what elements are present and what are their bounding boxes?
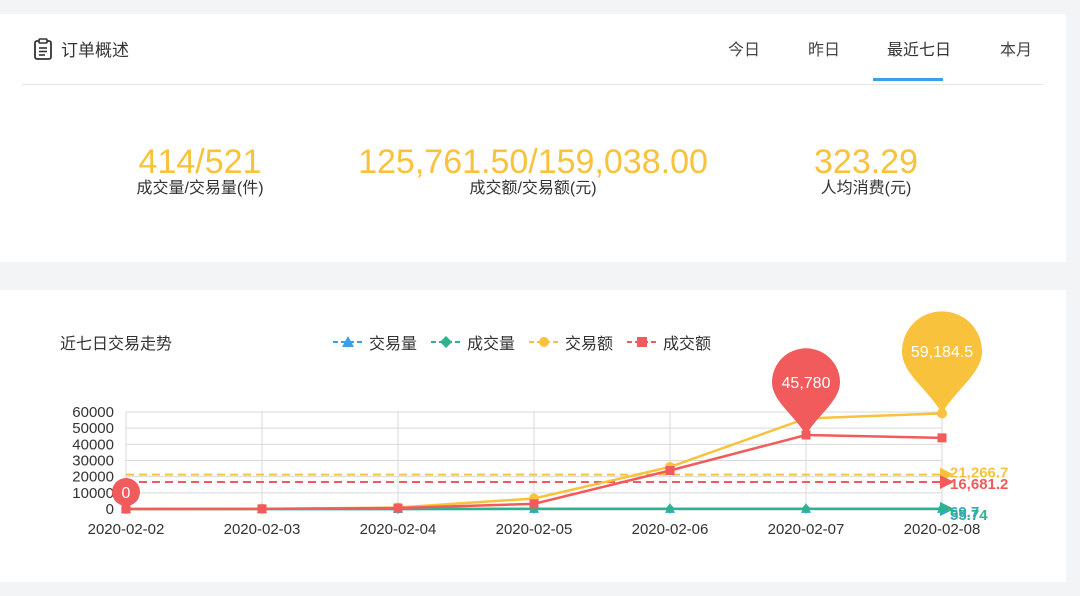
average-label: 16,681.2	[950, 476, 1008, 493]
y-tick-label: 0	[106, 501, 114, 518]
y-tick-label: 20000	[72, 469, 114, 486]
data-point	[393, 503, 403, 513]
x-tick-label: 2020-02-02	[88, 521, 165, 538]
y-tick-label: 40000	[72, 436, 114, 453]
max-pin-amount	[902, 311, 983, 414]
data-point	[937, 433, 947, 443]
x-tick-label: 2020-02-06	[632, 521, 709, 538]
x-tick-label: 2020-02-04	[360, 521, 437, 538]
x-tick-label: 2020-02-07	[768, 521, 845, 538]
data-point	[529, 499, 539, 509]
min-pin-deal-amount-label: 0	[122, 485, 131, 502]
trend-chart: 01000020000300004000050000600002020-02-0…	[72, 311, 1008, 538]
y-tick-label: 50000	[72, 420, 114, 437]
y-tick-label: 30000	[72, 453, 114, 470]
y-tick-label: 10000	[72, 485, 114, 502]
average-label: 55.74	[950, 507, 988, 524]
y-tick-label: 60000	[72, 404, 114, 421]
x-tick-label: 2020-02-05	[496, 521, 573, 538]
x-tick-label: 2020-02-03	[224, 521, 301, 538]
max-pin-amount-label: 59,184.5	[911, 344, 973, 361]
max-pin-deal-amount-label: 45,780	[782, 375, 831, 392]
data-point	[665, 466, 675, 476]
data-point	[257, 504, 267, 514]
